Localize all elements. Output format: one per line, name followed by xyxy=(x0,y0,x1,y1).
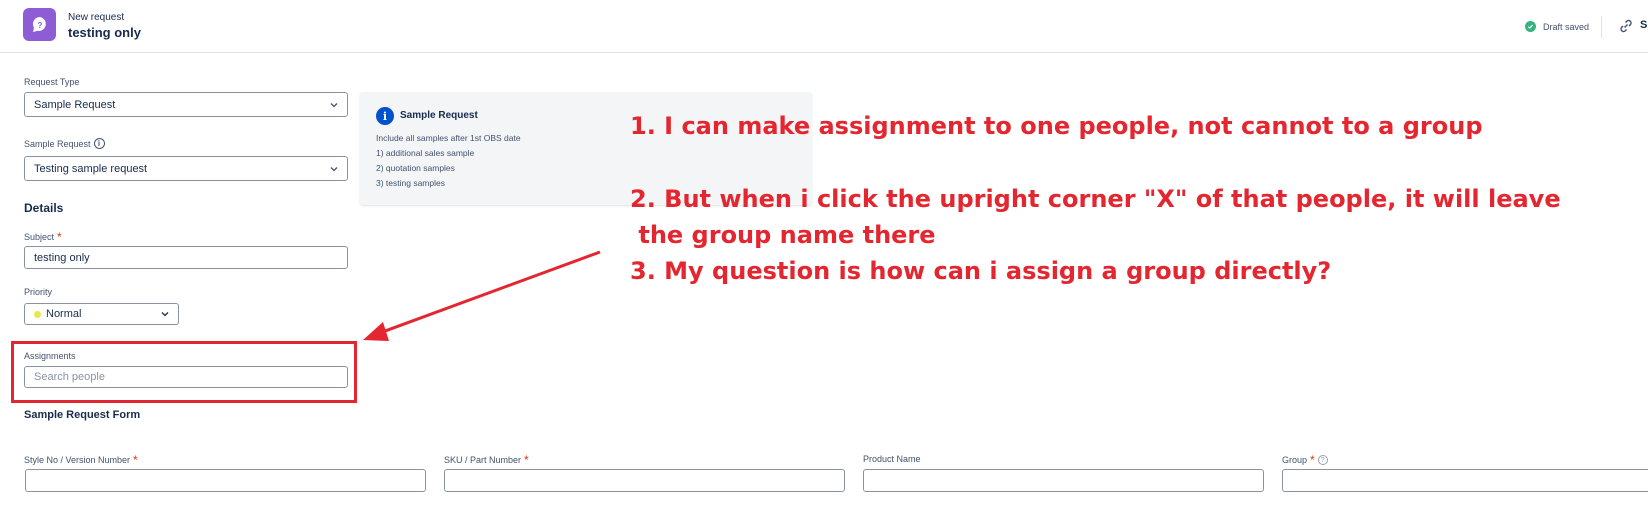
chevron-down-icon xyxy=(330,166,338,171)
annotation-arrow-icon xyxy=(363,250,601,341)
details-heading: Details xyxy=(24,201,64,215)
help-icon[interactable]: ? xyxy=(1317,455,1328,465)
product-name-label: Product Name xyxy=(863,454,921,464)
info-panel-line: 2) quotation samples xyxy=(376,163,455,173)
group-label: Group * ? xyxy=(1282,454,1328,466)
annotation-line-4: 3. My question is how can i assign a gro… xyxy=(630,257,1332,285)
info-panel-title: Sample Request xyxy=(400,110,478,121)
required-mark: * xyxy=(1310,453,1315,467)
check-circle-icon xyxy=(1525,21,1536,32)
header-subtitle: New request xyxy=(68,12,125,23)
info-panel-line: 1) additional sales sample xyxy=(376,148,475,158)
subject-input[interactable]: testing only xyxy=(24,246,348,269)
sku-label: SKU / Part Number * xyxy=(444,453,529,467)
style-no-label: Style No / Version Number * xyxy=(24,453,138,467)
draft-status-text: Draft saved xyxy=(1543,21,1590,32)
request-type-select[interactable]: Sample Request xyxy=(24,92,348,117)
svg-text:?: ? xyxy=(37,21,42,30)
priority-dot-icon xyxy=(34,310,41,318)
style-no-input[interactable] xyxy=(25,469,426,492)
priority-label: Priority xyxy=(24,287,53,297)
chat-question-icon: ? xyxy=(23,8,56,41)
share-button-label[interactable]: Sl xyxy=(1640,19,1648,31)
header-divider xyxy=(1601,16,1602,38)
sample-request-label: Sample Request i xyxy=(24,138,105,149)
assignments-highlight-box xyxy=(11,341,357,403)
sample-request-select[interactable]: Testing sample request xyxy=(24,156,348,181)
required-mark: * xyxy=(57,230,62,244)
chevron-down-icon xyxy=(330,102,338,107)
subject-label: Subject * xyxy=(24,230,62,244)
required-mark: * xyxy=(133,453,138,467)
link-icon[interactable] xyxy=(1618,18,1634,34)
priority-select[interactable]: Normal xyxy=(24,303,179,325)
request-title: testing only xyxy=(68,25,141,40)
page-header: ? New request testing only Draft saved S… xyxy=(0,0,1648,53)
chevron-down-icon xyxy=(161,312,169,317)
sample-form-heading: Sample Request Form xyxy=(24,409,141,421)
annotation-line-1: 1. I can make assignment to one people, … xyxy=(630,112,1483,140)
required-mark: * xyxy=(524,453,529,467)
info-panel-line: 3) testing samples xyxy=(376,178,445,188)
group-input[interactable] xyxy=(1282,469,1648,492)
info-icon: i xyxy=(376,107,394,125)
info-panel-line: Include all samples after 1st OBS date xyxy=(376,133,521,143)
info-icon[interactable]: i xyxy=(93,138,105,149)
request-type-label: Request Type xyxy=(24,77,80,87)
draft-status: Draft saved xyxy=(1525,21,1589,32)
annotation-line-3: the group name there xyxy=(630,221,936,249)
product-name-input[interactable] xyxy=(863,469,1264,492)
sku-input[interactable] xyxy=(444,469,845,492)
annotation-line-2: 2. But when i click the upright corner "… xyxy=(630,185,1561,213)
